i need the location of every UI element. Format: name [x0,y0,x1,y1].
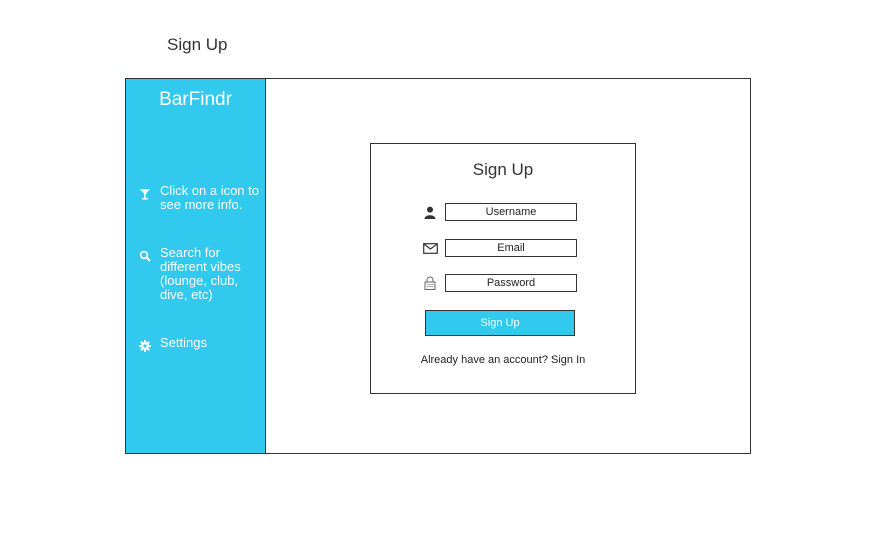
password-input[interactable] [445,274,577,292]
sidebar-item-search[interactable]: Search for different vibes (lounge, club… [136,246,264,302]
app-window: BarFindr Click on a icon to see more inf… [125,78,751,454]
signin-link[interactable]: Sign In [551,354,585,366]
cocktail-glass-icon [136,187,154,201]
sidebar-item-label: Settings [160,335,207,350]
password-row [421,273,577,293]
sidebar-item-settings[interactable]: Settings [136,336,264,353]
sidebar-item-label: Click on a icon to see more info. [160,183,259,212]
envelope-icon [421,239,439,257]
signin-prompt: Already have an account? Sign In [371,354,635,366]
sidebar-item-label: Search for different vibes (lounge, club… [160,245,241,302]
signin-prompt-text: Already have an account? [420,354,548,366]
signup-form: Sign Up Sign Up Already have an account?… [370,143,636,394]
gear-icon [136,339,154,353]
brand-logo[interactable]: BarFindr [126,89,265,111]
lock-icon [421,274,439,292]
email-input[interactable] [445,239,577,257]
user-icon [421,203,439,221]
username-input[interactable] [445,203,577,221]
username-row [421,202,577,222]
page-title: Sign Up [167,35,228,54]
sidebar: BarFindr Click on a icon to see more inf… [126,79,266,453]
email-row [421,238,577,258]
search-icon [136,249,154,263]
signup-button[interactable]: Sign Up [425,310,575,336]
sidebar-item-info[interactable]: Click on a icon to see more info. [136,184,264,212]
form-title: Sign Up [472,160,534,179]
